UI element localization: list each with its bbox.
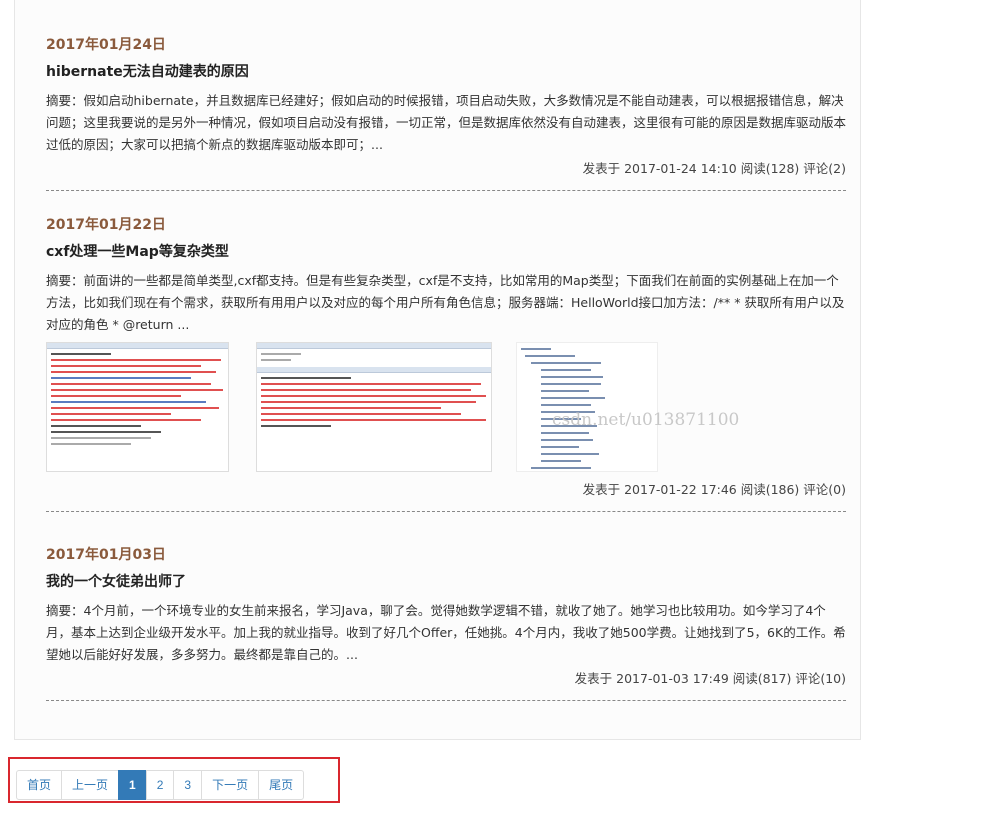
post-title-link[interactable]: cxf处理一些Map等复杂类型	[46, 243, 846, 261]
next-page-button[interactable]: 下一页	[201, 770, 260, 800]
screenshot-thumbnail[interactable]	[256, 342, 492, 472]
post-meta: 发表于 2017-01-03 17:49 阅读(817) 评论(10)	[574, 671, 846, 686]
page-1-button[interactable]: 1	[118, 770, 147, 800]
post-divider	[46, 700, 846, 701]
post-summary: 摘要：4个月前，一个环境专业的女生前来报名，学习Java，聊了会。觉得她数学逻辑…	[46, 603, 846, 662]
first-page-button[interactable]: 首页	[16, 770, 63, 800]
page-3-button[interactable]: 3	[173, 770, 203, 800]
post-summary: 摘要：前面讲的一些都是简单类型,cxf都支持。但是有些复杂类型，cxf是不支持，…	[46, 273, 845, 332]
post-item: 2017年01月03日 我的一个女徒弟出师了 摘要：4个月前，一个环境专业的女生…	[46, 546, 846, 701]
post-date: 2017年01月24日	[46, 37, 166, 53]
post-date: 2017年01月22日	[46, 217, 166, 233]
post-meta: 发表于 2017-01-22 17:46 阅读(186) 评论(0)	[582, 482, 846, 497]
post-title-link[interactable]: hibernate无法自动建表的原因	[46, 63, 846, 81]
screenshot-thumbnail[interactable]	[516, 342, 658, 472]
pagination-highlight-box: 首页 上一页 1 2 3 下一页 尾页	[8, 757, 340, 803]
post-item: 2017年01月24日 hibernate无法自动建表的原因 摘要：假如启动hi…	[46, 36, 846, 191]
post-date: 2017年01月03日	[46, 547, 166, 563]
image-watermark: csdn.net/u013871100	[552, 410, 740, 430]
post-list-panel: 2017年01月24日 hibernate无法自动建表的原因 摘要：假如启动hi…	[14, 0, 861, 740]
screenshot-thumbnail[interactable]	[46, 342, 229, 472]
post-divider	[46, 190, 846, 191]
post-meta: 发表于 2017-01-24 14:10 阅读(128) 评论(2)	[582, 161, 846, 176]
post-divider	[46, 511, 846, 512]
post-summary: 摘要：假如启动hibernate，并且数据库已经建好；假如启动的时候报错，项目启…	[46, 93, 847, 152]
post-item: 2017年01月22日 cxf处理一些Map等复杂类型 摘要：前面讲的一些都是简…	[46, 216, 846, 512]
page-2-button[interactable]: 2	[145, 770, 175, 800]
prev-page-button[interactable]: 上一页	[61, 770, 120, 800]
post-title-link[interactable]: 我的一个女徒弟出师了	[46, 573, 846, 591]
post-thumbnails: csdn.net/u013871100	[46, 342, 846, 477]
pagination: 首页 上一页 1 2 3 下一页 尾页	[16, 770, 305, 800]
last-page-button[interactable]: 尾页	[258, 770, 305, 800]
